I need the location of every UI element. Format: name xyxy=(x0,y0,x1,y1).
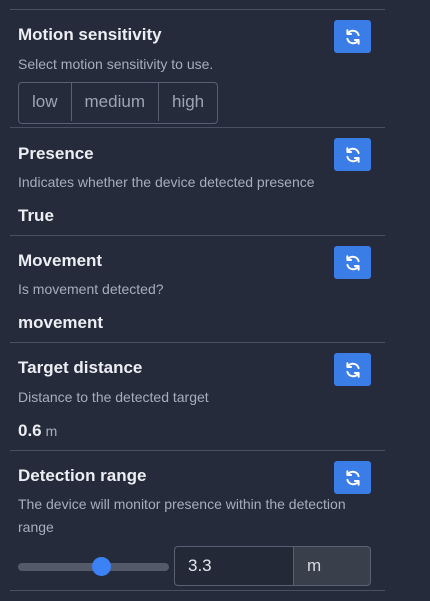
refresh-icon xyxy=(344,28,362,46)
section-title: Detection range xyxy=(18,466,147,485)
slider-thumb[interactable] xyxy=(91,557,111,576)
section-title: Target distance xyxy=(18,358,143,377)
section-description: The device will monitor presence within … xyxy=(18,496,346,535)
sensitivity-button-group: low medium high xyxy=(18,82,219,124)
sensitivity-option-medium[interactable]: medium xyxy=(72,83,159,121)
section-description: Is movement detected? xyxy=(18,281,164,297)
detection-range-unit: m xyxy=(293,546,371,586)
section-title: Motion sensitivity xyxy=(18,25,162,44)
refresh-button[interactable] xyxy=(334,353,371,386)
divider xyxy=(10,590,385,591)
target-distance-readout: 0.6 m xyxy=(18,421,57,441)
section-description: Distance to the detected target xyxy=(18,389,209,405)
presence-value: True xyxy=(18,206,54,225)
motion-sensitivity-section: Motion sensitivity Select motion sensiti… xyxy=(18,0,371,127)
refresh-button[interactable] xyxy=(334,246,371,279)
section-description: Select motion sensitivity to use. xyxy=(18,56,214,72)
movement-section: Movement Is movement detected? movement xyxy=(18,236,371,342)
refresh-icon xyxy=(344,254,362,272)
section-description: Indicates whether the device detected pr… xyxy=(18,174,315,190)
sensitivity-option-low[interactable]: low xyxy=(19,83,72,121)
target-distance-unit: m xyxy=(45,423,58,439)
refresh-icon xyxy=(344,146,362,164)
settings-panel: Motion sensitivity Select motion sensiti… xyxy=(0,0,385,601)
target-distance-value: 0.6 xyxy=(18,421,42,440)
target-distance-section: Target distance Distance to the detected… xyxy=(18,343,371,450)
presence-section: Presence Indicates whether the device de… xyxy=(18,128,371,235)
refresh-button[interactable] xyxy=(334,138,371,171)
section-title: Movement xyxy=(18,251,103,270)
section-title: Presence xyxy=(18,144,94,163)
refresh-button[interactable] xyxy=(334,20,371,53)
detection-range-input[interactable] xyxy=(174,546,293,586)
refresh-button[interactable] xyxy=(334,461,371,494)
refresh-icon xyxy=(344,361,362,379)
sensitivity-option-high[interactable]: high xyxy=(159,83,217,121)
refresh-icon xyxy=(344,469,362,487)
movement-value: movement xyxy=(18,313,104,332)
